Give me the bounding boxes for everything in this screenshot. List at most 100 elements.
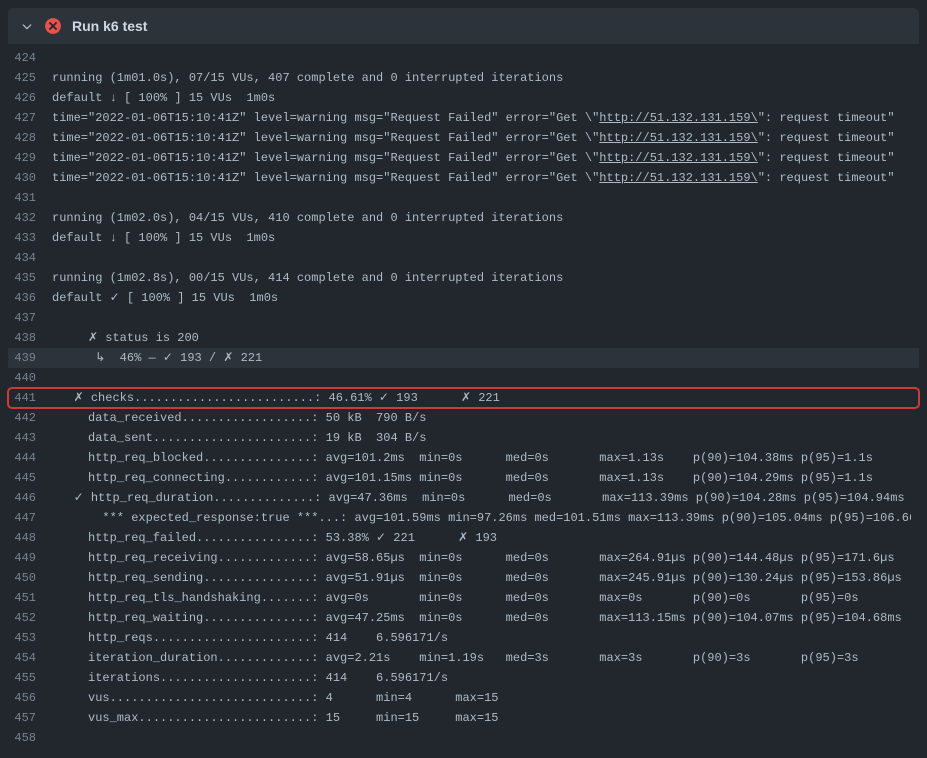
line-number: 452 [8,608,52,628]
line-number: 431 [8,188,52,208]
line-number: 425 [8,68,52,88]
log-text: default ✓ [ 100% ] 15 VUs 1m0s [52,288,911,308]
line-number: 440 [8,368,52,388]
log-text: default ↓ [ 100% ] 15 VUs 1m0s [52,228,911,248]
log-text: http_req_receiving.............: avg=58.… [52,548,911,568]
log-text: ✗ status is 200 [52,328,911,348]
log-url[interactable]: http://51.132.131.159\ [599,131,757,145]
log-line: 435running (1m02.8s), 00/15 VUs, 414 com… [8,268,919,288]
log-text: data_received..................: 50 kB 7… [52,408,911,428]
log-line: 438 ✗ status is 200 [8,328,919,348]
log-text: http_req_waiting...............: avg=47.… [52,608,911,628]
line-number: 457 [8,708,52,728]
line-number: 453 [8,628,52,648]
line-number: 430 [8,168,52,188]
log-line: 432running (1m02.0s), 04/15 VUs, 410 com… [8,208,919,228]
log-line: 441 ✗ checks.........................: 4… [8,388,919,408]
log-body: 424425running (1m01.0s), 07/15 VUs, 407 … [0,48,927,758]
log-text: vus_max........................: 15 min=… [52,708,911,728]
log-line: 440 [8,368,919,388]
line-number: 434 [8,248,52,268]
log-text: time="2022-01-06T15:10:41Z" level=warnin… [52,128,911,148]
log-line: 427time="2022-01-06T15:10:41Z" level=war… [8,108,919,128]
line-number: 443 [8,428,52,448]
line-number: 445 [8,468,52,488]
log-url[interactable]: http://51.132.131.159\ [599,111,757,125]
log-text: iteration_duration.............: avg=2.2… [52,648,911,668]
log-text: time="2022-01-06T15:10:41Z" level=warnin… [52,108,911,128]
line-number: 435 [8,268,52,288]
log-line: 428time="2022-01-06T15:10:41Z" level=war… [8,128,919,148]
log-line: 431 [8,188,919,208]
log-line: 457 vus_max........................: 15 … [8,708,919,728]
line-number: 438 [8,328,52,348]
log-text: time="2022-01-06T15:10:41Z" level=warnin… [52,168,911,188]
log-text: http_req_connecting............: avg=101… [52,468,911,488]
log-url[interactable]: http://51.132.131.159\ [599,151,757,165]
step-header[interactable]: Run k6 test [8,8,919,44]
log-line: 426default ↓ [ 100% ] 15 VUs 1m0s [8,88,919,108]
line-number: 429 [8,148,52,168]
log-text: ✗ checks.........................: 46.61… [52,388,911,408]
log-text: http_req_failed................: 53.38% … [52,528,911,548]
log-line: 443 data_sent......................: 19 … [8,428,919,448]
log-text: http_req_blocked...............: avg=101… [52,448,911,468]
log-text: http_req_tls_handshaking.......: avg=0s … [52,588,911,608]
log-line: 425running (1m01.0s), 07/15 VUs, 407 com… [8,68,919,88]
line-number: 442 [8,408,52,428]
log-text: iterations.....................: 414 6.5… [52,668,911,688]
line-number: 424 [8,48,52,68]
line-number: 450 [8,568,52,588]
line-number: 458 [8,728,52,748]
log-text: time="2022-01-06T15:10:41Z" level=warnin… [52,148,911,168]
log-text: ↳ 46% — ✓ 193 / ✗ 221 [52,348,911,368]
line-number: 432 [8,208,52,228]
line-number: 456 [8,688,52,708]
error-icon [44,17,62,35]
log-text: running (1m02.0s), 04/15 VUs, 410 comple… [52,208,911,228]
line-number: 437 [8,308,52,328]
log-line: 433default ↓ [ 100% ] 15 VUs 1m0s [8,228,919,248]
log-text: default ↓ [ 100% ] 15 VUs 1m0s [52,88,911,108]
line-number: 433 [8,228,52,248]
log-text: *** expected_response:true ***...: avg=1… [52,508,911,528]
log-text: vus............................: 4 min=4… [52,688,911,708]
log-line: 448 http_req_failed................: 53.… [8,528,919,548]
step-title: Run k6 test [72,16,147,36]
line-number: 439 [8,348,52,368]
log-line: 451 http_req_tls_handshaking.......: avg… [8,588,919,608]
log-line: 455 iterations.....................: 414… [8,668,919,688]
log-line: 445 http_req_connecting............: avg… [8,468,919,488]
line-number: 446 [8,488,52,508]
chevron-down-icon [20,19,34,33]
line-number: 441 [8,388,52,408]
line-number: 451 [8,588,52,608]
log-line: 450 http_req_sending...............: avg… [8,568,919,588]
log-text: http_reqs......................: 414 6.5… [52,628,911,648]
line-number: 447 [8,508,52,528]
log-line: 449 http_req_receiving.............: avg… [8,548,919,568]
line-number: 436 [8,288,52,308]
log-text: running (1m01.0s), 07/15 VUs, 407 comple… [52,68,911,88]
log-text: ✓ http_req_duration..............: avg=4… [52,488,911,508]
log-text: data_sent......................: 19 kB 3… [52,428,911,448]
log-line: 424 [8,48,919,68]
log-line: 430time="2022-01-06T15:10:41Z" level=war… [8,168,919,188]
line-number: 427 [8,108,52,128]
log-text: http_req_sending...............: avg=51.… [52,568,911,588]
log-line: 436default ✓ [ 100% ] 15 VUs 1m0s [8,288,919,308]
log-line: 447 *** expected_response:true ***...: a… [8,508,919,528]
line-number: 449 [8,548,52,568]
log-line: 452 http_req_waiting...............: avg… [8,608,919,628]
line-number: 428 [8,128,52,148]
log-line: 444 http_req_blocked...............: avg… [8,448,919,468]
log-text: running (1m02.8s), 00/15 VUs, 414 comple… [52,268,911,288]
line-number: 426 [8,88,52,108]
log-line: 437 [8,308,919,328]
log-line: 453 http_reqs......................: 414… [8,628,919,648]
log-line: 446 ✓ http_req_duration..............: a… [8,488,919,508]
log-line: 454 iteration_duration.............: avg… [8,648,919,668]
log-url[interactable]: http://51.132.131.159\ [599,171,757,185]
line-number: 454 [8,648,52,668]
line-number: 448 [8,528,52,548]
